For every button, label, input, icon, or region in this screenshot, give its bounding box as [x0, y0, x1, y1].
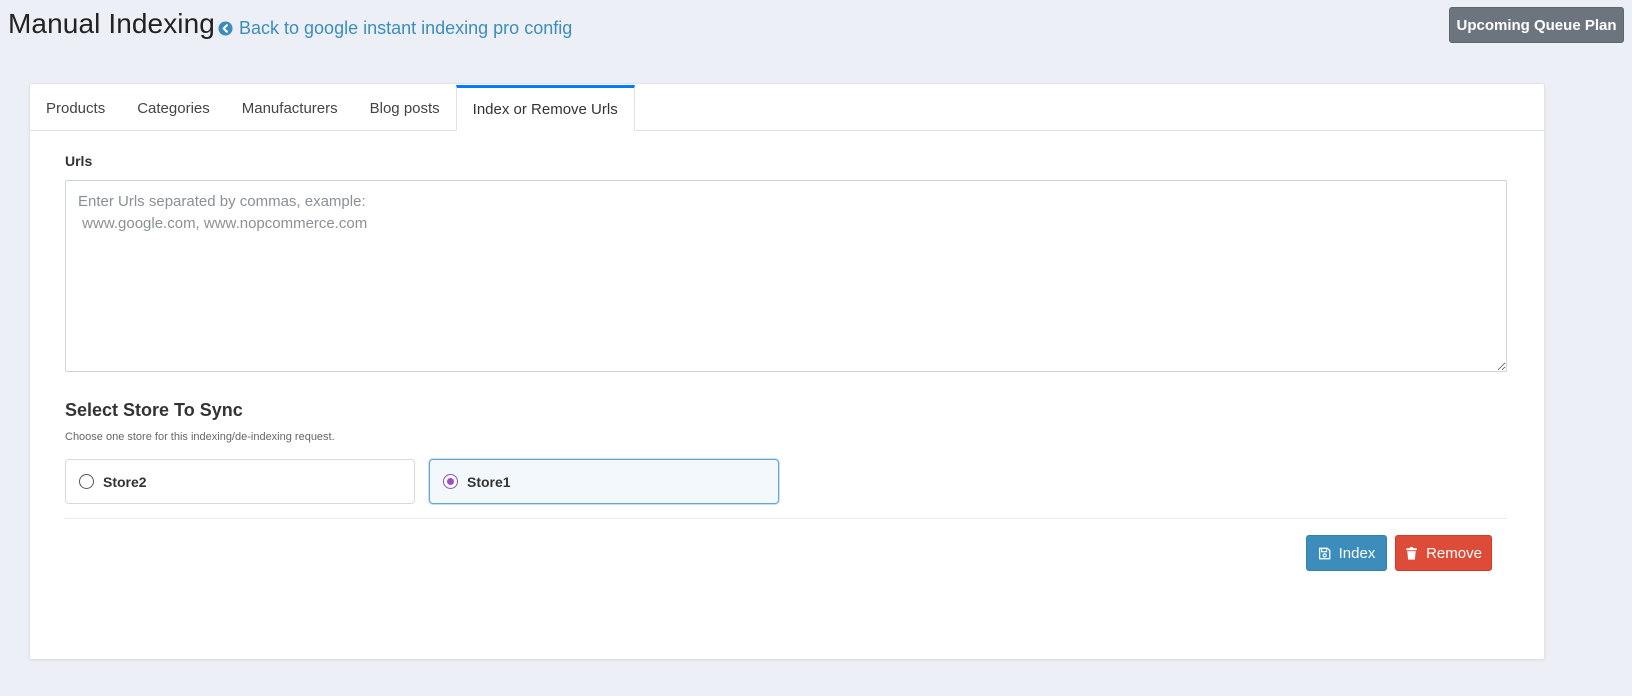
manual-indexing-card: Products Categories Manufacturers Blog p… — [29, 83, 1545, 660]
tab-bar: Products Categories Manufacturers Blog p… — [30, 84, 1544, 131]
tab-index-or-remove-urls[interactable]: Index or Remove Urls — [455, 85, 635, 131]
trash-icon — [1405, 546, 1418, 560]
page-header: Manual Indexing Back to google instant i… — [8, 6, 1624, 52]
page-title: Manual Indexing — [8, 8, 215, 39]
tab-blog-posts[interactable]: Blog posts — [354, 86, 456, 130]
tab-categories[interactable]: Categories — [121, 86, 226, 130]
store-option-store2[interactable]: Store2 — [65, 459, 415, 504]
back-to-config-link[interactable]: Back to google instant indexing pro conf… — [218, 18, 572, 39]
urls-label: Urls — [65, 153, 93, 169]
select-store-heading: Select Store To Sync — [65, 400, 243, 420]
form-divider — [65, 518, 1507, 519]
arrow-circle-left-icon — [218, 21, 233, 36]
store1-radio[interactable] — [443, 474, 458, 489]
index-button[interactable]: Index — [1306, 535, 1387, 571]
remove-button[interactable]: Remove — [1395, 535, 1492, 571]
urls-textarea[interactable] — [65, 180, 1507, 372]
upcoming-queue-plan-button[interactable]: Upcoming Queue Plan — [1449, 7, 1624, 43]
remove-button-label: Remove — [1426, 544, 1482, 562]
store1-label: Store1 — [467, 473, 511, 490]
tab-products[interactable]: Products — [30, 86, 121, 130]
index-button-label: Index — [1338, 544, 1376, 562]
store-option-store1[interactable]: Store1 — [429, 459, 779, 504]
store2-radio[interactable] — [79, 474, 94, 489]
select-store-help-text: Choose one store for this indexing/de-in… — [65, 431, 335, 443]
store2-label: Store2 — [103, 473, 147, 490]
back-link-label: Back to google instant indexing pro conf… — [239, 18, 573, 38]
save-icon — [1318, 547, 1331, 560]
tab-manufacturers[interactable]: Manufacturers — [226, 86, 354, 130]
